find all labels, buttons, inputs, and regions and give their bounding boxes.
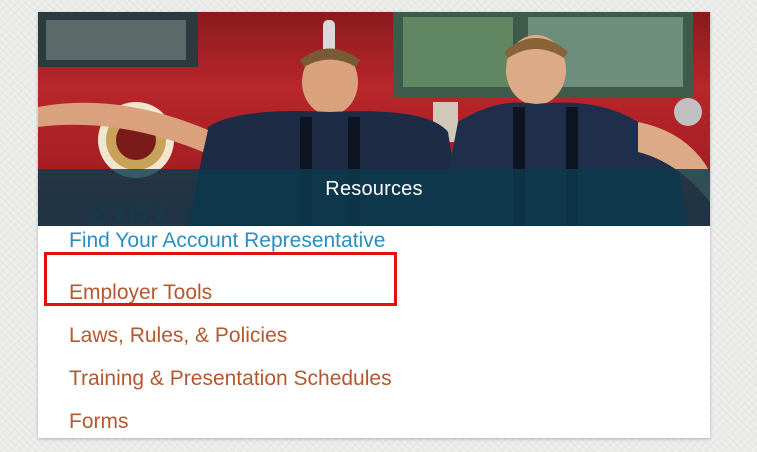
employer-tools-link[interactable]: Employer Tools — [69, 271, 689, 314]
firefighters-photo: 2181 Resources — [38, 12, 710, 226]
banner-title: Resources — [325, 178, 423, 200]
find-account-representative-link[interactable]: Find Your Account Representative — [69, 228, 689, 253]
resources-card: 2181 Resources Find Your Account Represe… — [38, 12, 710, 438]
training-presentation-schedules-link[interactable]: Training & Presentation Schedules — [69, 357, 689, 400]
resources-banner: Resources — [38, 169, 710, 226]
laws-rules-policies-link[interactable]: Laws, Rules, & Policies — [69, 314, 689, 357]
resources-link-list: Find Your Account Representative Employe… — [69, 228, 689, 443]
forms-link[interactable]: Forms — [69, 400, 689, 443]
